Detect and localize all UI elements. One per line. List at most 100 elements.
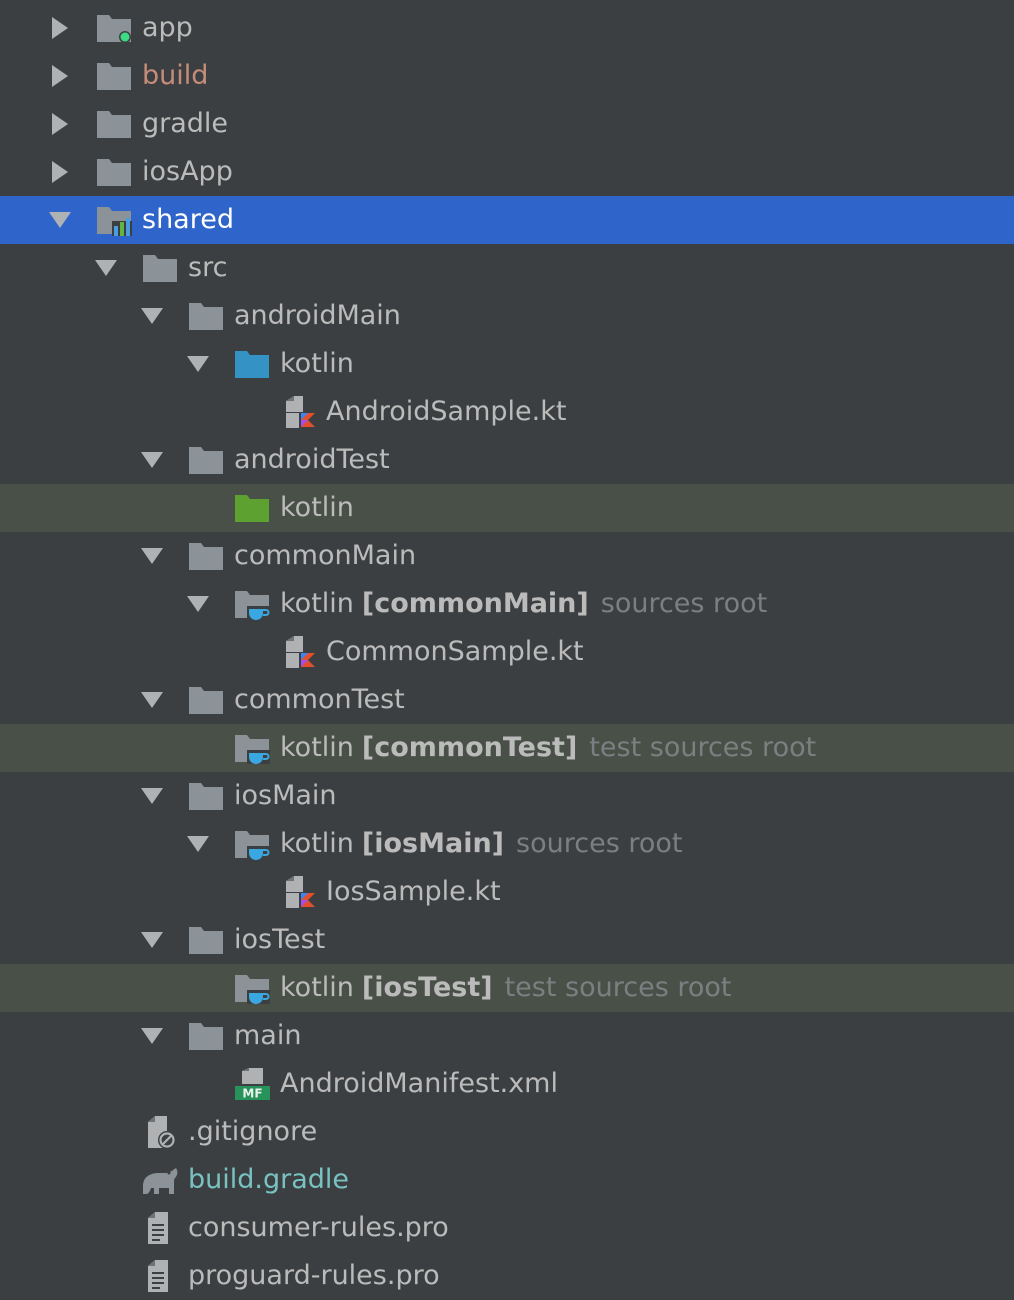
expand-arrow[interactable] [139,303,165,329]
source-set-tag: [commonMain] [361,588,589,619]
expand-arrow[interactable] [139,543,165,569]
node-label: shared [142,204,234,235]
expand-arrow[interactable] [139,447,165,473]
kotlin-file-icon [282,876,318,908]
node-label: kotlin [280,348,354,379]
node-label: kotlin [280,732,354,763]
expand-arrow[interactable] [47,111,73,137]
manifest-file-icon: MF [234,1068,270,1100]
source-root-icon [234,588,270,620]
expand-arrow[interactable] [47,207,73,233]
tree-row[interactable]: MF AndroidManifest.xml [0,1060,1014,1108]
project-tree: app build gradle iosApp shared src andro… [0,0,1014,1300]
node-label: .gitignore [188,1116,318,1147]
node-label: iosMain [234,780,337,811]
tree-row[interactable]: kotlin [commonTest] test sources root [0,724,1014,772]
node-label: main [234,1020,302,1051]
node-label: kotlin [280,492,354,523]
node-label: androidTest [234,444,390,475]
text-file-icon [143,1260,179,1292]
tree-row[interactable]: commonTest [0,676,1014,724]
node-label: AndroidSample.kt [326,396,567,427]
tree-row[interactable]: gradle [0,100,1014,148]
tree-row[interactable]: AndroidSample.kt [0,388,1014,436]
tree-row[interactable]: androidTest [0,436,1014,484]
node-label: kotlin [280,972,354,1003]
tree-row[interactable]: .gitignore [0,1108,1014,1156]
node-label: commonMain [234,540,417,571]
expand-arrow[interactable] [139,687,165,713]
tree-row[interactable]: proguard-rules.pro [0,1252,1014,1300]
source-set-tag: [commonTest] [361,732,578,763]
source-set-tag: [iosMain] [361,828,505,859]
expand-arrow[interactable] [185,351,211,377]
node-label: build [142,60,209,91]
tree-row[interactable]: kotlin [iosMain] sources root [0,820,1014,868]
folder-icon [96,60,132,92]
node-label: CommonSample.kt [326,636,584,667]
tree-row[interactable]: CommonSample.kt [0,628,1014,676]
tree-row[interactable]: kotlin [iosTest] test sources root [0,964,1014,1012]
expand-arrow[interactable] [139,1023,165,1049]
node-label: kotlin [280,588,354,619]
tree-row[interactable]: androidMain [0,292,1014,340]
folder-icon [188,300,224,332]
expand-arrow[interactable] [185,591,211,617]
node-label: kotlin [280,828,354,859]
tree-row[interactable]: kotlin [0,484,1014,532]
ignored-file-icon [143,1116,179,1148]
tree-row[interactable]: build [0,52,1014,100]
node-label: app [142,12,193,43]
root-type-hint: test sources root [589,732,817,763]
node-label: proguard-rules.pro [188,1260,440,1291]
node-label: AndroidManifest.xml [280,1068,558,1099]
root-type-hint: test sources root [504,972,732,1003]
expand-arrow[interactable] [47,63,73,89]
folder-icon [188,1020,224,1052]
expand-arrow[interactable] [93,255,119,281]
source-root-icon [234,732,270,764]
gradle-elephant-icon [140,1164,178,1196]
folder-icon [188,540,224,572]
tree-row[interactable]: iosApp [0,148,1014,196]
expand-arrow[interactable] [47,15,73,41]
source-root-icon [234,828,270,860]
tree-row[interactable]: consumer-rules.pro [0,1204,1014,1252]
kotlin-file-icon [282,636,318,668]
source-folder-icon [234,348,270,380]
expand-arrow[interactable] [47,159,73,185]
root-type-hint: sources root [516,828,683,859]
folder-icon [96,108,132,140]
folder-icon [188,780,224,812]
tree-row[interactable]: commonMain [0,532,1014,580]
folder-icon [188,444,224,476]
shared-module-icon [96,204,132,236]
source-set-tag: [iosTest] [361,972,493,1003]
tree-row[interactable]: main [0,1012,1014,1060]
folder-icon [188,924,224,956]
node-label: commonTest [234,684,405,715]
tree-row[interactable]: iosTest [0,916,1014,964]
tree-row[interactable]: app [0,4,1014,52]
svg-text:MF: MF [242,1087,262,1101]
node-label: src [188,252,228,283]
tree-row[interactable]: src [0,244,1014,292]
tree-row-selected[interactable]: shared [0,196,1014,244]
expand-arrow[interactable] [185,831,211,857]
tree-row[interactable]: IosSample.kt [0,868,1014,916]
node-label: iosApp [142,156,233,187]
test-folder-icon [234,492,270,524]
folder-icon [96,156,132,188]
node-label: IosSample.kt [326,876,501,907]
tree-row[interactable]: iosMain [0,772,1014,820]
node-label: consumer-rules.pro [188,1212,449,1243]
tree-row[interactable]: build.gradle [0,1156,1014,1204]
tree-row[interactable]: kotlin [0,340,1014,388]
expand-arrow[interactable] [139,783,165,809]
folder-icon [188,684,224,716]
node-label: iosTest [234,924,326,955]
expand-arrow[interactable] [139,927,165,953]
tree-row[interactable]: kotlin [commonMain] sources root [0,580,1014,628]
root-type-hint: sources root [600,588,768,619]
module-folder-icon [96,12,132,44]
